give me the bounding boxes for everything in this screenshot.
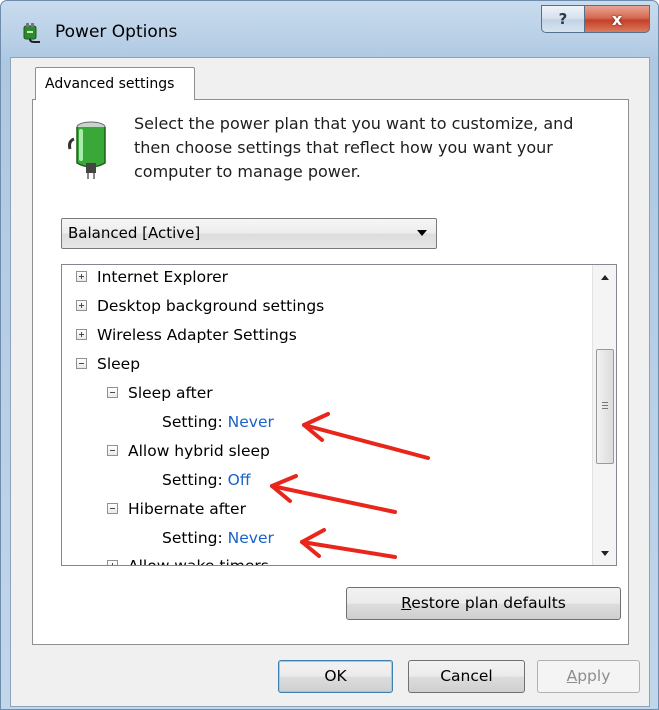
scroll-down-button[interactable]	[593, 541, 616, 565]
setting-label: Setting:	[162, 529, 223, 547]
grip-line	[602, 402, 608, 403]
tree-item-label: Allow hybrid sleep	[128, 442, 270, 460]
tab-advanced-settings[interactable]: Advanced settings	[35, 67, 195, 100]
chevron-down-icon	[417, 230, 427, 236]
scroll-down-arrow-icon	[600, 550, 609, 556]
description-text: Select the power plan that you want to c…	[134, 114, 574, 181]
setting-label: Setting:	[162, 413, 223, 431]
power-plan-dropdown[interactable]: Balanced [Active]	[61, 218, 437, 249]
settings-tree-content: Internet Explorer Desktop background set…	[62, 265, 592, 565]
ok-button[interactable]: OK	[278, 660, 393, 693]
tree-item-internet-explorer[interactable]: Internet Explorer	[76, 265, 228, 292]
collapse-minus-icon[interactable]	[107, 445, 118, 456]
setting-value-link[interactable]: Off	[228, 471, 251, 489]
setting-value-link[interactable]: Never	[228, 529, 274, 547]
expand-plus-icon[interactable]	[76, 271, 87, 282]
scroll-up-button[interactable]	[593, 265, 616, 289]
tree-item-hybrid-sleep-setting[interactable]: Setting: Off	[162, 466, 251, 495]
tree-item-label: Wireless Adapter Settings	[97, 326, 297, 344]
setting-label: Setting:	[162, 471, 223, 489]
close-button[interactable]: x	[584, 5, 650, 33]
apply-button[interactable]: Apply	[537, 660, 640, 693]
tree-item-sleep[interactable]: Sleep	[76, 350, 140, 379]
tree-item-sleep-after-setting[interactable]: Setting: Never	[162, 408, 274, 437]
grip-line	[602, 405, 608, 406]
dialog-client-area: Advanced settings Select the power plan …	[10, 57, 650, 707]
battery-plug-icon	[68, 121, 106, 179]
setting-value-link[interactable]: Never	[228, 413, 274, 431]
tree-item-label: Sleep after	[128, 384, 213, 402]
help-icon: ?	[558, 10, 568, 28]
tree-item-label: Hibernate after	[128, 500, 246, 518]
tree-item-desktop-background[interactable]: Desktop background settings	[76, 292, 324, 321]
expand-plus-icon[interactable]	[107, 560, 118, 565]
expand-plus-icon[interactable]	[76, 329, 87, 340]
tree-item-allow-wake-timers[interactable]: Allow wake timers	[107, 552, 269, 565]
restore-label-rest: estore plan defaults	[411, 594, 566, 612]
power-plan-selected: Balanced [Active]	[68, 224, 201, 242]
tree-item-wireless-adapter[interactable]: Wireless Adapter Settings	[76, 321, 297, 350]
close-icon: x	[611, 9, 623, 29]
tree-item-allow-hybrid-sleep[interactable]: Allow hybrid sleep	[107, 437, 270, 466]
cancel-button[interactable]: Cancel	[408, 660, 525, 693]
scrollbar-thumb[interactable]	[596, 349, 614, 464]
settings-tree[interactable]: Internet Explorer Desktop background set…	[61, 264, 617, 566]
restore-plan-defaults-button[interactable]: Restore plan defaults	[346, 587, 621, 620]
restore-accelerator: R	[401, 594, 412, 612]
advanced-settings-panel: Select the power plan that you want to c…	[32, 99, 629, 645]
grip-line	[602, 408, 608, 409]
help-button[interactable]: ?	[541, 5, 585, 33]
tree-scrollbar[interactable]	[592, 265, 616, 565]
apply-label-rest: pply	[577, 667, 611, 685]
collapse-minus-icon[interactable]	[107, 503, 118, 514]
tree-item-label: Sleep	[97, 355, 141, 373]
power-options-window: Power Options ? x Advanced settings Sele…	[0, 0, 659, 710]
collapse-minus-icon[interactable]	[76, 358, 87, 369]
apply-accelerator: A	[566, 667, 578, 685]
tree-item-hibernate-setting[interactable]: Setting: Never	[162, 524, 274, 553]
title-bar[interactable]: Power Options ? x	[1, 1, 658, 57]
tree-item-label: Allow wake timers	[128, 557, 269, 565]
expand-plus-icon[interactable]	[76, 300, 87, 311]
window-title: Power Options	[55, 22, 178, 42]
collapse-minus-icon[interactable]	[107, 387, 118, 398]
tree-item-sleep-after[interactable]: Sleep after	[107, 379, 213, 408]
tree-item-label: Internet Explorer	[97, 268, 229, 286]
tree-item-hibernate-after[interactable]: Hibernate after	[107, 495, 246, 524]
power-plug-icon	[23, 23, 40, 43]
tree-item-label: Desktop background settings	[97, 297, 325, 315]
scroll-up-arrow-icon	[600, 274, 609, 280]
